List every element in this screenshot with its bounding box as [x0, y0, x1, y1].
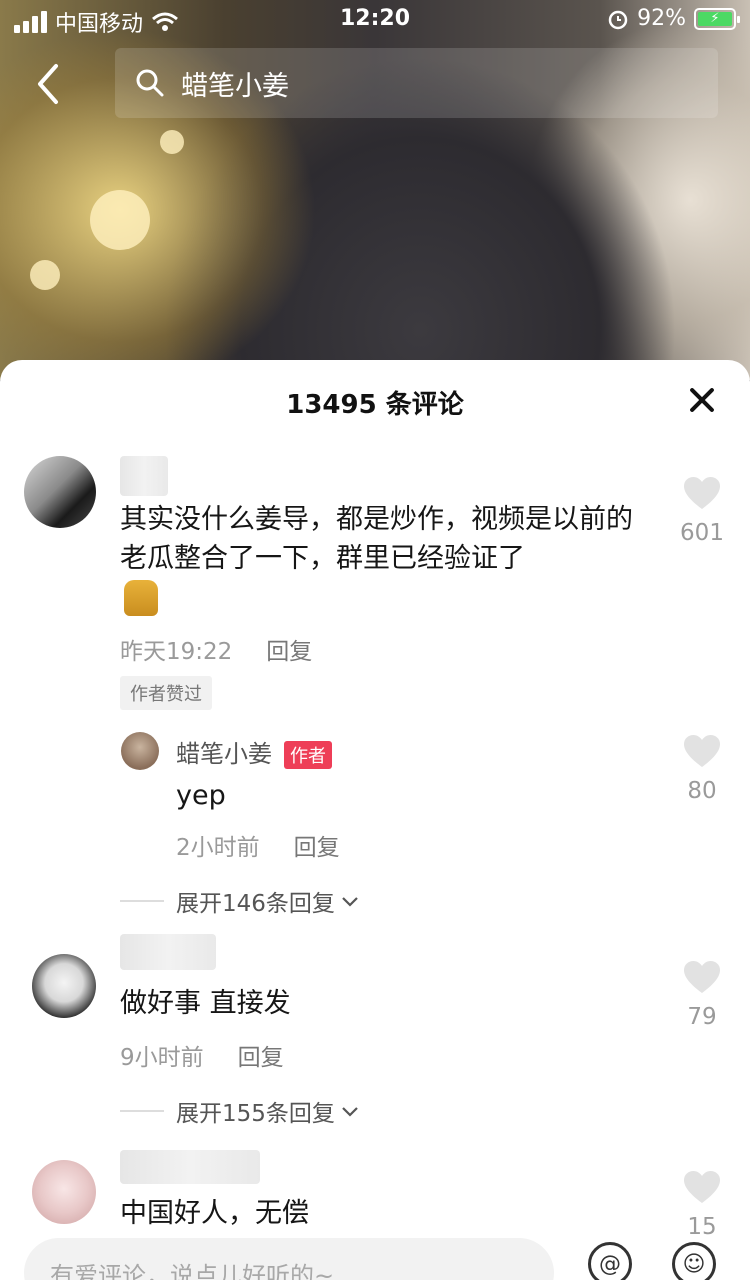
reply-time: 2小时前: [176, 835, 260, 861]
battery-percent: 92%: [637, 6, 686, 31]
divider: [120, 1110, 164, 1112]
heart-icon: [684, 477, 720, 509]
avatar[interactable]: [32, 1160, 96, 1224]
avatar[interactable]: [24, 456, 96, 528]
cat-emoji-icon: [124, 580, 158, 616]
reply-button[interactable]: 回复: [238, 1038, 284, 1072]
chevron-left-icon: [38, 64, 58, 104]
emoji-icon[interactable]: ☺: [672, 1242, 716, 1280]
reply-author-row: 蜡笔小姜 作者: [176, 734, 332, 769]
author-tag: 作者: [284, 741, 332, 769]
search-icon: [136, 69, 164, 97]
reply-author-name[interactable]: 蜡笔小姜: [176, 740, 272, 768]
chandelier-light: [30, 260, 60, 290]
heart-icon: [684, 735, 720, 767]
reply-button[interactable]: 回复: [266, 632, 312, 666]
like-count: 80: [687, 778, 717, 804]
comment-count-title: 13495 条评论: [286, 390, 464, 420]
comment-meta: 昨天19:22 回复: [120, 632, 312, 666]
battery-icon: ⚡: [694, 7, 740, 30]
like-button[interactable]: 601: [662, 476, 742, 546]
chevron-down-icon: [342, 1107, 358, 1117]
comment-input[interactable]: 有爱评论，说点儿好听的~: [24, 1238, 554, 1280]
back-button[interactable]: [30, 60, 70, 108]
expand-replies-button[interactable]: 展开155条回复: [120, 1094, 359, 1128]
like-button[interactable]: 80: [662, 734, 742, 804]
avatar[interactable]: [121, 732, 159, 770]
reply-text: yep: [176, 780, 226, 811]
at-icon[interactable]: @: [588, 1242, 632, 1280]
avatar[interactable]: [32, 954, 96, 1018]
heart-icon: [684, 961, 720, 993]
comment-sheet: 13495 条评论 其实没什么姜导，都是炒作，视频是以前的老瓜整合了一下，群里已…: [0, 360, 750, 1280]
username-blurred[interactable]: [120, 456, 168, 496]
status-bar: 中国移动 12:20 92% ⚡: [0, 0, 750, 40]
heart-icon: [684, 1171, 720, 1203]
like-button[interactable]: 15: [662, 1170, 742, 1240]
divider: [120, 900, 164, 902]
search-query: 蜡笔小姜: [181, 70, 289, 102]
alarm-icon: [608, 10, 628, 29]
comment-text: 做好事 直接发: [120, 988, 291, 1019]
like-button[interactable]: 79: [662, 960, 742, 1030]
username-blurred[interactable]: [120, 1150, 260, 1184]
close-icon[interactable]: [686, 384, 718, 416]
comment-text: 中国好人，无偿: [120, 1198, 309, 1229]
username-blurred[interactable]: [120, 934, 216, 970]
author-liked-badge: 作者赞过: [120, 676, 212, 710]
chandelier-light: [160, 130, 184, 154]
comment-time: 昨天19:22: [120, 639, 233, 665]
expand-replies-label: 展开155条回复: [176, 1101, 335, 1127]
like-count: 601: [680, 520, 724, 546]
like-count: 79: [687, 1004, 717, 1030]
expand-replies-button[interactable]: 展开146条回复: [120, 884, 359, 918]
reply-meta: 2小时前 回复: [176, 828, 340, 862]
comment-time: 9小时前: [120, 1045, 204, 1071]
comment-input-placeholder: 有爱评论，说点儿好听的~: [50, 1261, 335, 1280]
chevron-down-icon: [342, 897, 358, 907]
expand-replies-label: 展开146条回复: [176, 891, 335, 917]
chandelier-light: [90, 190, 150, 250]
comment-meta: 9小时前 回复: [120, 1038, 284, 1072]
like-count: 15: [687, 1214, 717, 1240]
comment-text: 其实没什么姜导，都是炒作，视频是以前的老瓜整合了一下，群里已经验证了: [120, 504, 633, 574]
search-bar[interactable]: 蜡笔小姜: [115, 48, 718, 118]
reply-button[interactable]: 回复: [294, 828, 340, 862]
